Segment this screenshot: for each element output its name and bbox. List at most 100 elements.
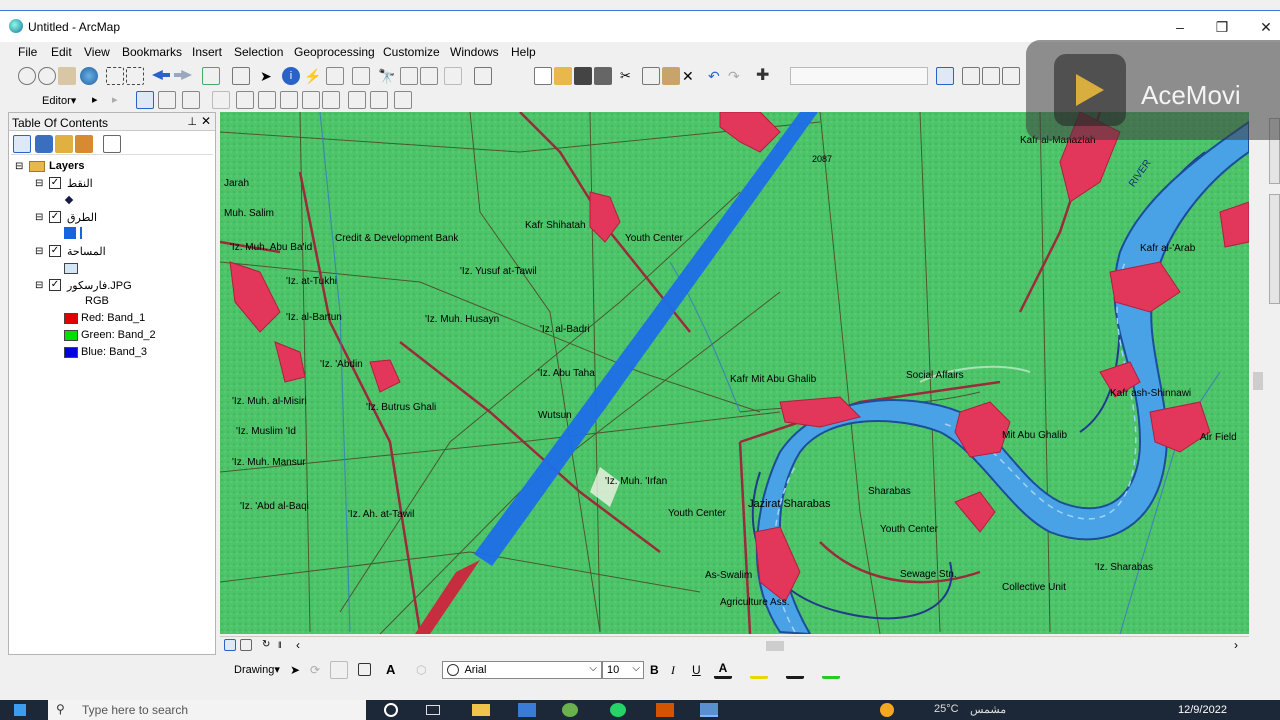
marker-color-icon[interactable] — [822, 661, 840, 679]
italic-button[interactable]: I — [671, 663, 675, 678]
cut-icon[interactable]: ✂ — [620, 67, 638, 85]
full-extent-icon[interactable] — [80, 67, 98, 85]
forward-extent-icon[interactable] — [174, 70, 192, 80]
editor-overflow-icon[interactable] — [394, 91, 412, 109]
collapse-layer-3-icon[interactable]: ⊟ — [35, 246, 43, 257]
collapse-layer-1-icon[interactable]: ⊟ — [35, 178, 43, 189]
app-icon[interactable] — [518, 703, 536, 717]
layer-4-name[interactable]: فارسكور.JPG — [67, 279, 132, 292]
layer-4-checkbox[interactable]: ✓ — [49, 279, 61, 291]
select-elements-icon[interactable]: ➤ — [290, 661, 308, 679]
editor-toolbar-toggle-icon[interactable] — [936, 67, 954, 85]
drawing-menu[interactable]: Drawing▾ — [234, 663, 280, 676]
close-button[interactable]: ✕ — [1256, 17, 1276, 37]
select-elements-icon[interactable]: ➤ — [260, 67, 278, 85]
vertical-scrollbar-thumb[interactable] — [1253, 372, 1263, 390]
layer-3-checkbox[interactable]: ✓ — [49, 245, 61, 257]
menu-windows[interactable]: Windows — [450, 45, 499, 59]
go-to-xy-icon[interactable] — [420, 67, 438, 85]
layout-view-icon[interactable] — [240, 639, 252, 651]
trace-icon[interactable] — [158, 91, 176, 109]
line-symbol-icon[interactable] — [64, 227, 76, 239]
arcmap-taskbar-icon[interactable] — [700, 703, 718, 717]
file-explorer-icon[interactable] — [472, 704, 490, 716]
windows-start-icon[interactable] — [14, 704, 26, 716]
red-band-swatch[interactable] — [64, 313, 78, 324]
identify-icon[interactable]: i — [282, 67, 300, 85]
list-by-source-icon[interactable] — [35, 135, 53, 153]
polygon-symbol-icon[interactable] — [64, 263, 78, 274]
collapse-layer-2-icon[interactable]: ⊟ — [35, 212, 43, 223]
horizontal-scrollbar-thumb[interactable] — [766, 641, 784, 651]
save-icon[interactable] — [574, 67, 592, 85]
new-text-icon[interactable]: A — [386, 661, 404, 679]
toc-options-icon[interactable] — [103, 135, 121, 153]
list-by-drawing-order-icon[interactable] — [13, 135, 31, 153]
scroll-right-icon[interactable]: › — [1234, 638, 1246, 652]
split-icon[interactable] — [258, 91, 276, 109]
back-extent-icon[interactable] — [152, 70, 170, 80]
fixed-zoom-out-icon[interactable] — [126, 67, 144, 85]
straight-segment-icon[interactable] — [136, 91, 154, 109]
menu-bookmarks[interactable]: Bookmarks — [122, 45, 182, 59]
undo-icon[interactable]: ↶ — [708, 67, 726, 85]
delete-icon[interactable]: ✕ — [682, 67, 700, 85]
zoom-in-icon[interactable] — [18, 67, 36, 85]
menu-customize[interactable]: Customize — [383, 45, 440, 59]
office-icon[interactable] — [656, 703, 674, 717]
minimize-button[interactable]: – — [1170, 17, 1190, 37]
menu-selection[interactable]: Selection — [234, 45, 283, 59]
scroll-left-icon[interactable]: ‹ — [296, 638, 308, 652]
line-color-icon[interactable] — [786, 661, 804, 679]
map-display[interactable]: Kafr Shihatah Youth Center 'Iz. Yusuf at… — [220, 112, 1249, 634]
reshape-icon[interactable] — [212, 91, 230, 109]
add-data-icon[interactable]: ✚ — [756, 67, 774, 85]
measure-icon[interactable] — [352, 67, 370, 85]
layer-2-name[interactable]: الطرق — [67, 211, 97, 224]
menu-view[interactable]: View — [84, 45, 110, 59]
browser-icon[interactable] — [562, 703, 578, 717]
map-scale-dropdown[interactable] — [790, 67, 928, 85]
font-dropdown[interactable]: Arial ⌵ — [442, 661, 602, 679]
zoom-to-elements-icon[interactable] — [330, 661, 348, 679]
green-band-swatch[interactable] — [64, 330, 78, 341]
list-by-selection-icon[interactable] — [75, 135, 93, 153]
find-route-icon[interactable] — [400, 67, 418, 85]
search-window-icon[interactable] — [1002, 67, 1020, 85]
menu-edit[interactable]: Edit — [51, 45, 72, 59]
list-by-visibility-icon[interactable] — [55, 135, 73, 153]
pause-drawing-icon[interactable]: ǁ — [278, 639, 290, 651]
new-document-icon[interactable] — [534, 67, 552, 85]
zoom-out-icon[interactable] — [38, 67, 56, 85]
redo-icon[interactable]: ↷ — [728, 67, 746, 85]
copy-icon[interactable] — [642, 67, 660, 85]
sketch-properties-icon[interactable] — [322, 91, 340, 109]
toc-close-icon[interactable]: ✕ — [201, 114, 211, 128]
layer-3-name[interactable]: المساحة — [67, 245, 106, 258]
fill-color-icon[interactable] — [750, 661, 768, 679]
font-size-dropdown[interactable]: 10 ⌵ — [602, 661, 644, 679]
collapse-layer-4-icon[interactable]: ⊟ — [35, 280, 43, 291]
task-view-icon[interactable] — [426, 705, 440, 715]
rotate-element-icon[interactable]: ⟳ — [310, 661, 328, 679]
attributes-icon[interactable] — [302, 91, 320, 109]
rotate-icon[interactable] — [280, 91, 298, 109]
edit-annotation-icon[interactable]: ▸ — [112, 91, 130, 109]
taskbar-search-box[interactable]: ⚲ Type here to search — [48, 700, 366, 720]
collapse-layers-icon[interactable]: ⊟ — [15, 161, 23, 172]
cortana-icon[interactable] — [384, 703, 398, 717]
select-features-icon[interactable] — [202, 67, 220, 85]
paste-icon[interactable] — [662, 67, 680, 85]
underline-button[interactable]: U — [692, 663, 701, 677]
rectangle-icon[interactable] — [358, 663, 371, 676]
menu-help[interactable]: Help — [511, 45, 536, 59]
cut-polygons-icon[interactable] — [236, 91, 254, 109]
hyperlink-icon[interactable]: ⚡ — [304, 67, 322, 85]
clear-selection-icon[interactable] — [232, 67, 250, 85]
time-slider-icon[interactable] — [444, 67, 462, 85]
editor-menu[interactable]: Editor▾ — [42, 94, 76, 107]
html-popup-icon[interactable] — [326, 67, 344, 85]
data-view-icon[interactable] — [224, 639, 236, 651]
blue-band-swatch[interactable] — [64, 347, 78, 358]
layer-1-name[interactable]: النقط — [67, 177, 93, 190]
